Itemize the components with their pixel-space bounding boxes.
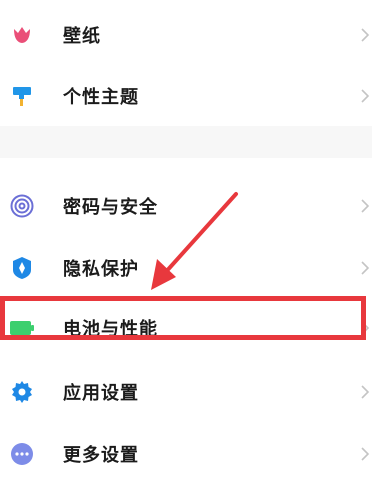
setting-row-password-security[interactable]: 密码与安全 [0,176,372,236]
setting-row-battery-performance[interactable]: 电池与性能 [0,298,372,358]
tulip-icon [10,23,34,47]
battery-icon [10,316,34,340]
setting-label: 更多设置 [63,445,139,466]
setting-row-wallpaper[interactable]: 壁纸 [0,5,372,65]
chevron-right-icon [361,321,370,335]
setting-row-privacy[interactable]: 隐私保护 [0,238,372,298]
setting-row-themes[interactable]: 个性主题 [0,66,372,126]
chevron-right-icon [361,385,370,399]
paint-roller-icon [10,84,34,108]
settings-group-system: 密码与安全 隐私保护 电池与性能 应用设置 更多设置 [0,158,372,502]
setting-row-app-settings[interactable]: 应用设置 [0,362,372,422]
chevron-right-icon [361,261,370,275]
setting-label: 个性主题 [63,87,139,108]
shield-icon [10,256,34,280]
fingerprint-icon [10,194,34,218]
setting-label: 应用设置 [63,383,139,404]
chevron-right-icon [361,28,370,42]
settings-group-personalization: 壁纸 个性主题 [0,0,372,126]
chevron-right-icon [361,199,370,213]
chevron-right-icon [361,89,370,103]
setting-label: 隐私保护 [63,259,139,280]
setting-label: 壁纸 [63,26,101,47]
setting-label: 密码与安全 [63,197,158,218]
setting-label: 电池与性能 [63,319,158,340]
setting-row-more-settings[interactable]: 更多设置 [0,424,372,484]
gear-icon [10,380,34,404]
chevron-right-icon [361,447,370,461]
more-dots-icon [10,442,34,466]
